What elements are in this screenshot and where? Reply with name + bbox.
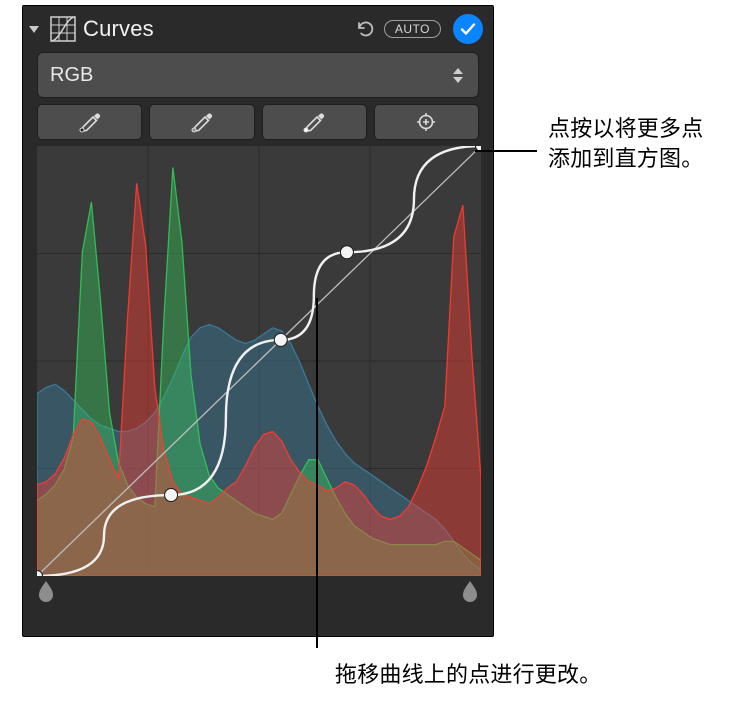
auto-button[interactable]: AUTO (384, 20, 441, 38)
disclosure-triangle-icon[interactable] (25, 20, 43, 38)
black-white-point-row (23, 576, 493, 610)
eyedropper-icon (301, 111, 327, 133)
curves-graph[interactable] (37, 146, 481, 576)
add-point-icon (413, 111, 439, 133)
channel-select[interactable]: RGB (37, 52, 479, 98)
panel-header: Curves AUTO (23, 6, 493, 52)
eyedropper-white-button[interactable] (262, 104, 367, 140)
curves-panel: Curves AUTO RGB (22, 5, 494, 637)
white-point-droplet-icon[interactable] (461, 580, 479, 602)
callout-leader-line (475, 150, 537, 152)
callout-drag-point: 拖移曲线上的点进行更改。 (335, 660, 735, 690)
callout-add-point: 点按以将更多点 添加到直方图。 (548, 114, 738, 173)
reset-icon[interactable] (354, 18, 376, 40)
curves-icon (49, 15, 77, 43)
channel-select-value: RGB (50, 64, 450, 87)
black-point-droplet-icon[interactable] (37, 580, 55, 602)
callout-leader-line (316, 298, 318, 648)
eyedropper-toolbar (23, 104, 493, 146)
panel-title: Curves (83, 16, 348, 42)
add-point-button[interactable] (374, 104, 479, 140)
enabled-checkmark-icon[interactable] (453, 14, 483, 44)
eyedropper-gray-button[interactable] (149, 104, 254, 140)
eyedropper-icon (189, 111, 215, 133)
eyedropper-black-button[interactable] (37, 104, 142, 140)
eyedropper-icon (77, 111, 103, 133)
chevron-updown-icon (450, 67, 466, 84)
